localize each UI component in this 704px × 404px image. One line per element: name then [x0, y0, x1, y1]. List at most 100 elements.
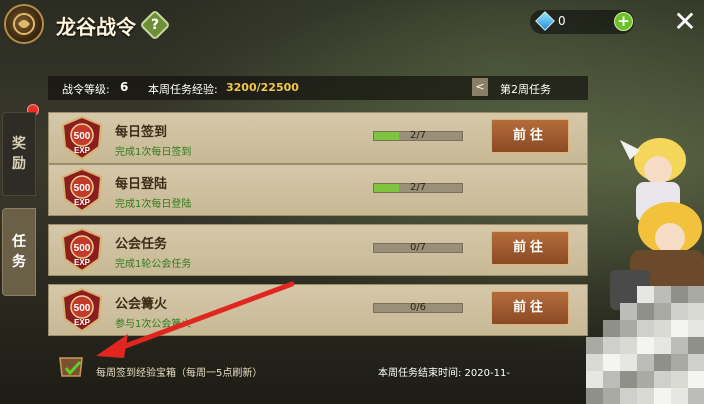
- exp-badge-value: 500: [74, 183, 91, 194]
- task-name: 每日签到: [115, 125, 168, 140]
- mosaic-cell: [688, 337, 704, 354]
- progress-text: 2/7: [409, 130, 427, 141]
- task-description: 完成1轮公会任务: [115, 259, 192, 270]
- progress-text: 0/7: [409, 242, 427, 253]
- mosaic-cell: [671, 303, 688, 320]
- mosaic-cell: [637, 320, 654, 337]
- exp-badge-unit: EXP: [74, 198, 91, 207]
- mosaic-cell: [654, 303, 671, 320]
- exp-badge-value: 500: [74, 131, 91, 142]
- exp-chest-icon[interactable]: [56, 352, 86, 380]
- task-description: 完成1次每日签到: [115, 147, 192, 158]
- gem-counter: 0 +: [530, 10, 634, 34]
- mosaic-cell: [654, 371, 671, 388]
- dragon-emblem-icon: [4, 4, 44, 44]
- mosaic-cell: [688, 320, 704, 337]
- mosaic-cell: [586, 371, 603, 388]
- help-button[interactable]: ?: [139, 9, 171, 41]
- tab-task[interactable]: 任 务: [2, 208, 36, 296]
- mosaic-cell: [637, 371, 654, 388]
- close-button[interactable]: ✕: [672, 8, 698, 36]
- previous-week-button[interactable]: <: [472, 78, 488, 96]
- header-bar: 龙谷战令 ? 0 + ✕: [0, 0, 704, 52]
- task-row: 500 EXP 每日登陆完成1次每日登陆 2/7: [48, 164, 588, 216]
- exp-badge-value: 500: [74, 243, 91, 254]
- exp-badge-icon: 500 EXP: [61, 227, 103, 273]
- tab-reward[interactable]: 奖 励: [2, 112, 36, 196]
- task-progress-bar: 0/7: [373, 242, 463, 253]
- mosaic-cell: [586, 337, 603, 354]
- mosaic-cell: [620, 354, 637, 371]
- mosaic-cell: [654, 286, 671, 303]
- pixelated-region: [586, 286, 704, 404]
- mosaic-cell: [688, 286, 704, 303]
- mosaic-cell: [637, 303, 654, 320]
- mosaic-cell: [637, 286, 654, 303]
- mosaic-cell: [688, 371, 704, 388]
- task-row: 500 EXP 每日签到完成1次每日签到 2/7 前往: [48, 112, 588, 164]
- mosaic-cell: [586, 354, 603, 371]
- mosaic-cell: [671, 286, 688, 303]
- level-label: 战令等级:: [62, 83, 110, 96]
- mosaic-cell: [637, 337, 654, 354]
- go-button[interactable]: 前往: [491, 231, 569, 265]
- tab-task-label: 任 务: [12, 234, 26, 270]
- page-title: 龙谷战令: [56, 15, 136, 39]
- mosaic-cell: [637, 388, 654, 404]
- question-icon: ?: [150, 17, 160, 33]
- mosaic-cell: [620, 337, 637, 354]
- diamond-icon: [535, 11, 555, 31]
- mosaic-cell: [603, 371, 620, 388]
- mosaic-cell: [671, 320, 688, 337]
- exp-badge-value: 500: [74, 303, 91, 314]
- task-progress-bar: 2/7: [373, 130, 463, 141]
- gem-count: 0: [558, 14, 566, 28]
- mosaic-cell: [688, 354, 704, 371]
- mosaic-cell: [620, 388, 637, 404]
- task-progress-bar: 2/7: [373, 182, 463, 193]
- mosaic-cell: [637, 354, 654, 371]
- level-value: 6: [120, 80, 129, 94]
- mosaic-cell: [671, 337, 688, 354]
- mosaic-cell: [654, 388, 671, 404]
- mosaic-cell: [688, 303, 704, 320]
- mosaic-cell: [586, 388, 603, 404]
- mosaic-cell: [620, 371, 637, 388]
- mosaic-cell: [671, 354, 688, 371]
- exp-badge-icon: 500 EXP: [61, 167, 103, 213]
- exp-badge-icon: 500 EXP: [61, 115, 103, 161]
- mosaic-cell: [671, 371, 688, 388]
- mosaic-cell: [688, 388, 704, 404]
- task-progress-bar: 0/6: [373, 302, 463, 313]
- exp-badge-unit: EXP: [74, 258, 91, 267]
- task-description: 完成1次每日登陆: [115, 199, 192, 210]
- progress-text: 2/7: [409, 182, 427, 193]
- task-row: 500 EXP 公会任务完成1轮公会任务 0/7 前往: [48, 224, 588, 276]
- mosaic-cell: [603, 388, 620, 404]
- task-end-time: 本周任务结束时间: 2020-11-: [378, 368, 510, 379]
- mosaic-cell: [654, 337, 671, 354]
- task-row: 500 EXP 公会篝火参与1次公会篝火 0/6 前往: [48, 284, 588, 336]
- mosaic-cell: [603, 337, 620, 354]
- tab-reward-label: 奖 励: [12, 136, 26, 172]
- go-button[interactable]: 前往: [491, 119, 569, 153]
- go-button[interactable]: 前往: [491, 291, 569, 325]
- mosaic-cell: [620, 303, 637, 320]
- exp-badge-unit: EXP: [74, 146, 91, 155]
- mosaic-cell: [654, 320, 671, 337]
- weekly-exp-label: 本周任务经验:: [148, 83, 218, 96]
- mosaic-cell: [620, 320, 637, 337]
- progress-text: 0/6: [409, 302, 427, 313]
- task-name: 公会篝火: [115, 297, 168, 312]
- mosaic-cell: [603, 354, 620, 371]
- mosaic-cell: [671, 388, 688, 404]
- exp-badge-icon: 500 EXP: [61, 287, 103, 333]
- week-label: 第2周任务: [500, 83, 551, 96]
- task-description: 参与1次公会篝火: [115, 319, 192, 330]
- weekly-chest-label: 每周签到经验宝箱（每周一5点刷新）: [96, 368, 263, 379]
- task-name: 公会任务: [115, 237, 168, 252]
- add-gems-button[interactable]: +: [614, 12, 633, 31]
- weekly-exp-value: 3200/22500: [226, 81, 299, 94]
- exp-badge-unit: EXP: [74, 318, 91, 327]
- task-name: 每日登陆: [115, 177, 168, 192]
